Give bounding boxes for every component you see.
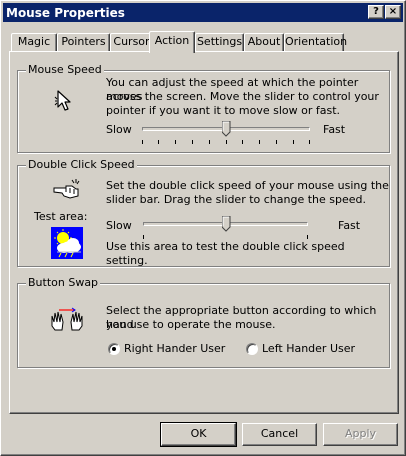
button-swap-group: Button Swap Select the appropriate butto… [17,276,390,368]
mouse-speed-fast-label: Fast [323,123,346,136]
window-title: Mouse Properties [6,5,125,20]
right-hander-radio[interactable] [108,343,120,355]
tab-orientation[interactable]: Orientation [284,33,347,51]
test-area-label: Test area: [34,210,88,223]
ok-button[interactable]: OK [160,422,237,447]
tab-settings[interactable]: Settings [195,33,244,51]
mouse-speed-group: Mouse Speed You can adjust the speed at … [17,63,390,153]
double-click-test-hint: Use this area to test the double click s… [106,240,345,267]
right-hander-label[interactable]: Right Hander User [124,342,225,356]
double-click-desc-1: Set the double click speed of your mouse… [106,179,389,192]
double-click-slider-thumb[interactable] [221,216,231,232]
tab-about[interactable]: About [244,33,284,51]
help-button[interactable]: ? [368,5,384,19]
mouse-speed-slow-label: Slow [106,123,132,136]
mouse-speed-slider-thumb[interactable] [222,121,231,137]
left-hander-label[interactable]: Left Hander User [262,342,355,356]
button-swap-legend: Button Swap [26,276,101,290]
double-click-legend: Double Click Speed [26,158,137,172]
hands-swap-icon [51,307,83,331]
close-button[interactable]: × [385,5,401,19]
double-click-fast-label: Fast [338,219,361,232]
weather-test-area-icon[interactable] [51,227,83,259]
tab-action[interactable]: Action [149,31,195,53]
left-hander-radio[interactable] [246,343,258,355]
mouse-speed-desc-2: across the screen. Move the slider to co… [106,90,379,103]
tab-pointers[interactable]: Pointers [57,33,110,51]
tab-cursor[interactable]: Cursor [110,33,153,51]
mouse-speed-ticks [142,140,310,145]
double-click-desc-2: slider bar. Drag the slider to change th… [106,193,367,206]
apply-button[interactable]: Apply [323,423,398,446]
title-bar: Mouse Properties ? × [3,3,403,22]
mouse-speed-desc-3: pointer if you want it to move slow or f… [106,104,341,117]
double-click-slow-label: Slow [106,219,132,232]
right-hander-radio-dot [112,347,116,351]
cancel-button[interactable]: Cancel [242,423,317,446]
pointing-hand-icon [53,179,80,199]
tab-magic[interactable]: Magic [11,33,57,51]
double-click-group: Double Click Speed Test area: Set the do… [17,158,390,267]
mouse-speed-legend: Mouse Speed [26,63,104,77]
mouse-pointer-icon [54,90,71,111]
button-swap-desc-2: you use to operate the mouse. [106,318,276,331]
mouse-properties-window: Mouse Properties ? × Magic Pointers Curs… [0,0,406,456]
